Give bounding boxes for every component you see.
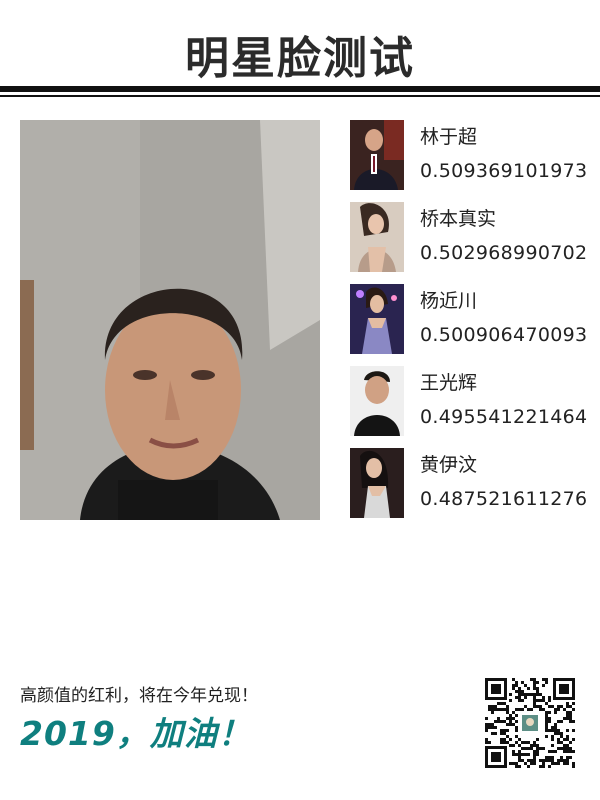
match-name: 桥本真实 bbox=[420, 208, 497, 230]
match-name: 黄伊汶 bbox=[420, 454, 478, 476]
page-title: 明星脸测试 bbox=[185, 33, 415, 84]
match-item: 杨近川 0.500906470093 bbox=[350, 284, 590, 366]
match-name: 林于超 bbox=[420, 126, 478, 148]
match-score: 0.500906470093 bbox=[420, 324, 588, 346]
header-divider bbox=[0, 86, 600, 92]
header-divider-thin bbox=[0, 95, 600, 97]
qr-code[interactable] bbox=[485, 678, 575, 768]
match-item: 黄伊汶 0.487521611276 bbox=[350, 448, 590, 530]
match-photo bbox=[350, 202, 404, 272]
match-item: 王光辉 0.495541221464 bbox=[350, 366, 590, 448]
match-name: 杨近川 bbox=[420, 290, 478, 312]
match-score: 0.495541221464 bbox=[420, 406, 588, 428]
match-photo bbox=[350, 366, 404, 436]
match-item: 桥本真实 0.502968990702 bbox=[350, 202, 590, 284]
match-photo bbox=[350, 448, 404, 518]
match-photo bbox=[350, 284, 404, 354]
cheer-text: 2019，加油！ bbox=[20, 714, 252, 753]
match-score: 0.509369101973 bbox=[420, 160, 588, 182]
header: 明星脸测试 bbox=[0, 0, 600, 100]
slogan-text: 高颜值的红利，将在今年兑现！ bbox=[20, 686, 258, 706]
match-item: 林于超 0.509369101973 bbox=[350, 120, 590, 202]
match-photo bbox=[350, 120, 404, 190]
match-list: 林于超 0.509369101973 桥本真实 0.502968990702 杨… bbox=[350, 120, 590, 530]
match-score: 0.502968990702 bbox=[420, 242, 588, 264]
user-photo bbox=[20, 120, 320, 520]
match-name: 王光辉 bbox=[420, 372, 478, 394]
match-score: 0.487521611276 bbox=[420, 488, 588, 510]
